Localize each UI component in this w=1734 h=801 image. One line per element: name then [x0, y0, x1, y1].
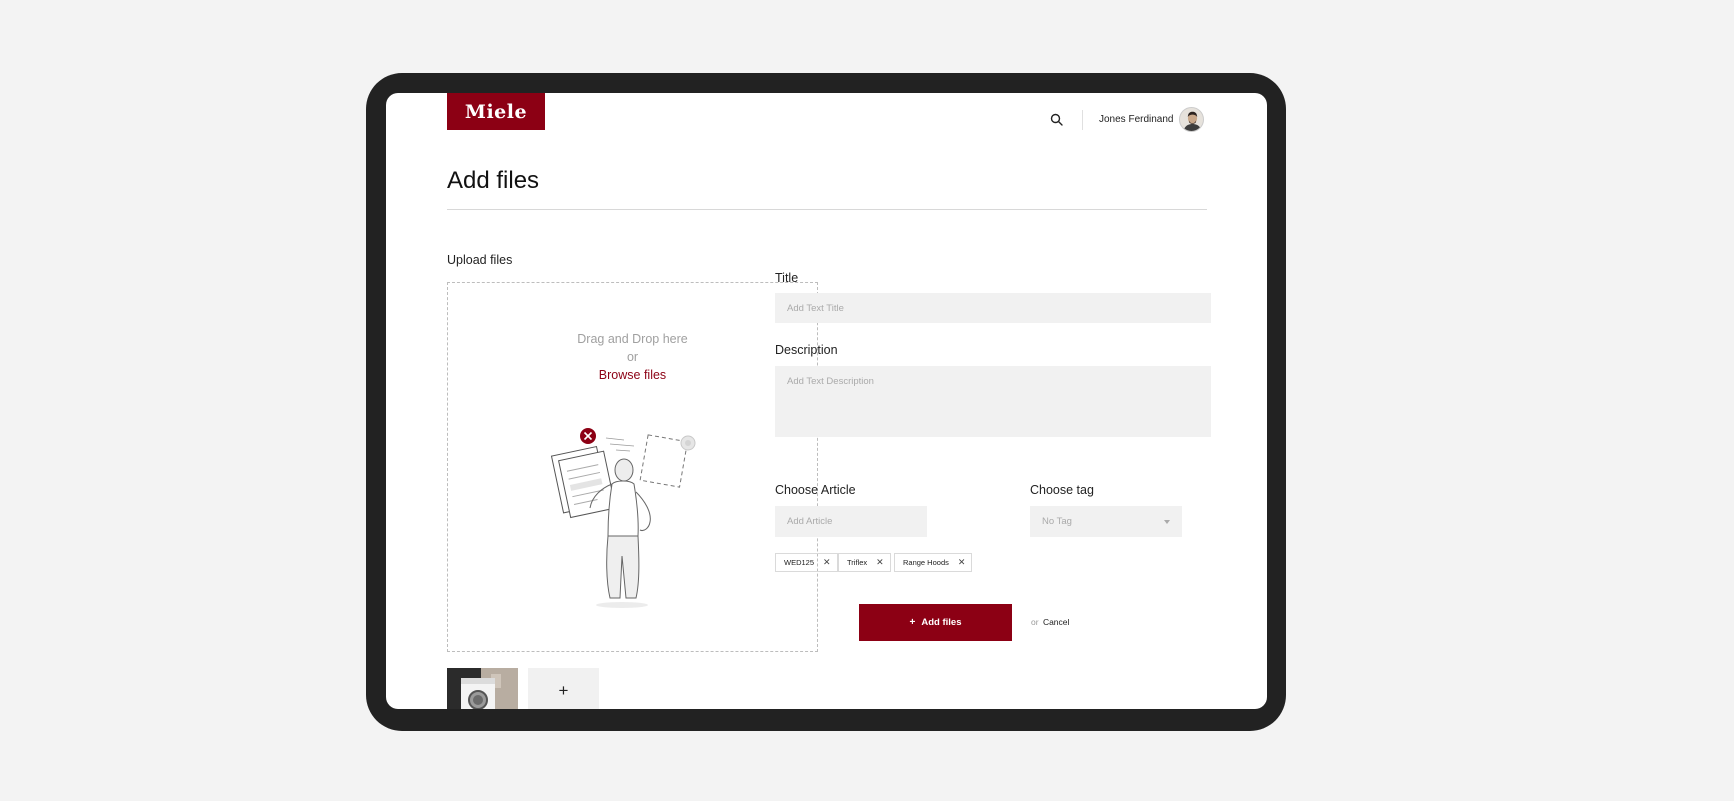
description-label: Description: [775, 343, 838, 357]
tag-chip: Range Hoods ✕: [894, 553, 973, 572]
article-input[interactable]: [775, 506, 927, 537]
close-icon[interactable]: ✕: [823, 557, 831, 568]
page-title: Add files: [447, 167, 540, 194]
dropzone-or-text: or: [626, 350, 639, 364]
tag-chip-label: Triflex: [847, 558, 868, 567]
logo-text: Miele: [464, 100, 528, 123]
tag-chip-label: WED125: [784, 558, 815, 567]
cancel-or-text: or: [1031, 617, 1039, 627]
header-divider: [1082, 110, 1083, 130]
tag-chip: WED125 ✕: [775, 553, 838, 572]
upload-files-label: Upload files: [447, 253, 513, 267]
tag-select-value: No Tag: [1042, 516, 1072, 527]
chevron-down-icon: [1164, 519, 1170, 524]
close-icon[interactable]: ✕: [958, 557, 966, 568]
tag-chip-label: Range Hoods: [903, 558, 949, 567]
drag-drop-text: Drag and Drop here: [577, 332, 688, 346]
cancel-row: or Cancel: [1031, 617, 1069, 627]
add-files-button[interactable]: + Add files: [859, 604, 1012, 641]
user-name[interactable]: Jones Ferdinand: [1099, 114, 1174, 125]
tag-chip: Triflex ✕: [838, 553, 891, 572]
add-files-button-label: Add files: [921, 617, 962, 628]
choose-article-label: Choose Article: [775, 483, 856, 497]
app-screen: Miele Jones Ferdinand Add files Upload f…: [386, 93, 1267, 709]
title-input[interactable]: [775, 293, 1211, 323]
user-avatar[interactable]: [1179, 107, 1204, 132]
close-icon[interactable]: ✕: [876, 557, 884, 568]
browse-files-link[interactable]: Browse files: [448, 368, 817, 382]
miele-logo[interactable]: Miele: [447, 93, 545, 130]
tag-select[interactable]: No Tag: [1030, 506, 1182, 537]
description-input[interactable]: [775, 366, 1211, 437]
add-thumbnail-button[interactable]: +: [528, 668, 599, 709]
choose-tag-label: Choose tag: [1030, 483, 1094, 497]
search-icon[interactable]: [1049, 112, 1065, 128]
cancel-link[interactable]: Cancel: [1043, 617, 1069, 627]
title-label: Title: [775, 271, 799, 285]
uploaded-file-thumbnail[interactable]: [447, 668, 518, 709]
upload-illustration: [550, 428, 696, 608]
plus-icon: +: [909, 617, 916, 628]
title-divider: [447, 209, 1207, 210]
file-dropzone[interactable]: Drag and Drop here or Browse files: [447, 282, 818, 652]
